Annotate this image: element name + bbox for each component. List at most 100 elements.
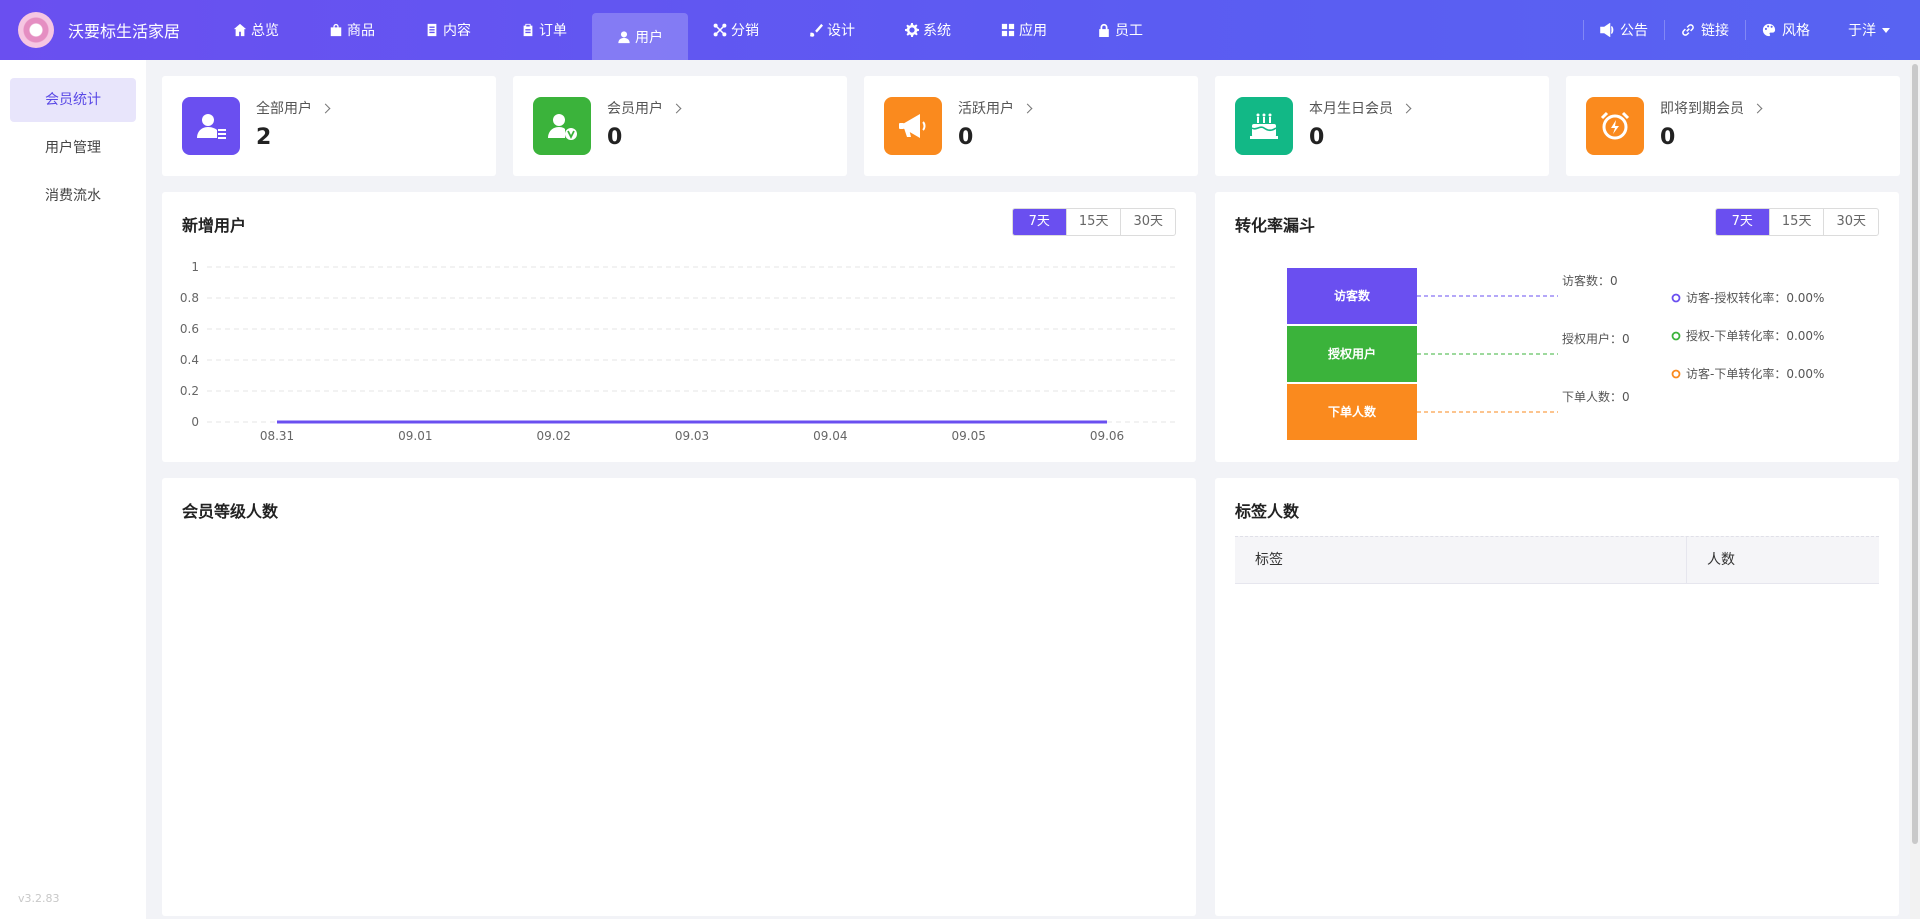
conversion-rate: 授权-下单转化率：0.00%	[1686, 328, 1824, 343]
stat-label: 活跃用户	[958, 98, 1033, 118]
megaphone-icon	[884, 97, 942, 155]
funnel-panel: 转化率漏斗 7天 15天 30天 访客数 访客数：0 授权用户 授权用户：0 下单人数下…	[1215, 192, 1899, 462]
top-navbar: 沃要标生活家居 总览 商品 内容 订单 用户 分销 设计 系统 应用 员工 公告…	[0, 0, 1920, 60]
sidebar-item-member-stats[interactable]: 会员统计	[10, 78, 136, 122]
funnel-stage-info: 下单人数：0	[1562, 389, 1630, 404]
nav-system[interactable]: 系统	[880, 0, 976, 60]
caret-down-icon	[1882, 27, 1890, 33]
stat-label: 本月生日会员	[1309, 98, 1412, 118]
funnel-stage-info: 访客数：0	[1562, 273, 1618, 288]
stat-label: 即将到期会员	[1660, 98, 1763, 118]
vip-user-icon	[533, 97, 591, 155]
nav-design[interactable]: 设计	[784, 0, 880, 60]
user-name: 于洋	[1848, 23, 1876, 39]
stat-value: 0	[1660, 125, 1676, 150]
notice-button[interactable]: 公告	[1583, 20, 1664, 40]
conversion-funnel: 访客数 访客数：0 授权用户 授权用户：0 下单人数 下单人数：0 访客-授权转化率：0.0…	[1287, 268, 1824, 440]
stat-card-expiring-members[interactable]: 即将到期会员 0	[1566, 76, 1900, 176]
x-tick-label: 09.04	[813, 429, 847, 443]
version-label: v3.2.83	[18, 892, 60, 905]
tag-table-header: 标签 人数	[1235, 536, 1879, 584]
y-tick-label: 0.6	[180, 322, 199, 336]
brand-name: 沃要标生活家居	[68, 22, 181, 41]
funnel-stage-label: 访客数	[1334, 288, 1371, 303]
nav-distribution[interactable]: 分销	[688, 0, 784, 60]
grid-icon	[1001, 23, 1015, 37]
speaker-icon	[1600, 23, 1614, 37]
sidebar-item-user-manage[interactable]: 用户管理	[10, 126, 136, 170]
brush-icon	[809, 23, 823, 37]
scrollbar-thumb[interactable]	[1912, 64, 1918, 844]
nav-content[interactable]: 内容	[400, 0, 496, 60]
brand-logo	[18, 12, 54, 48]
y-tick-label: 0	[191, 415, 199, 429]
link-button[interactable]: 链接	[1664, 20, 1745, 40]
stat-value: 0	[607, 125, 623, 150]
nav-staff[interactable]: 员工	[1072, 0, 1168, 60]
stat-label: 会员用户	[607, 98, 682, 118]
x-tick-label: 09.02	[536, 429, 570, 443]
rate-dot-icon	[1671, 369, 1681, 379]
panel-title: 标签人数	[1235, 502, 1300, 521]
funnel-stage-label: 授权用户	[1328, 346, 1376, 361]
lock-icon	[1099, 23, 1109, 37]
y-tick-label: 0.2	[180, 384, 199, 398]
nav-goods[interactable]: 商品	[304, 0, 400, 60]
x-tick-label: 09.03	[675, 429, 709, 443]
cake-icon	[1235, 97, 1293, 155]
stat-value: 0	[1309, 125, 1325, 150]
bag-icon	[330, 23, 342, 37]
sidebar-item-consumption[interactable]: 消费流水	[10, 174, 136, 218]
conversion-rate: 访客-下单转化率：0.00%	[1686, 366, 1824, 381]
y-tick-label: 0.4	[180, 353, 199, 367]
stat-card-active-users[interactable]: 活跃用户 0	[864, 76, 1198, 176]
column-header-tag: 标签	[1235, 537, 1687, 583]
style-button[interactable]: 风格	[1745, 20, 1826, 40]
user-menu[interactable]: 于洋	[1826, 20, 1920, 40]
right-tools: 公告 链接 风格 于洋	[1583, 0, 1920, 60]
stat-label: 全部用户	[256, 98, 331, 118]
y-tick-label: 1	[191, 260, 199, 274]
network-icon	[713, 23, 727, 37]
chevron-right-icon	[1401, 103, 1412, 113]
chevron-right-icon	[320, 103, 331, 113]
chevron-right-icon	[671, 103, 682, 113]
chevron-right-icon	[1752, 103, 1763, 113]
sidebar: 会员统计 用户管理 消费流水 v3.2.83	[0, 60, 146, 919]
conversion-rate: 访客-授权转化率：0.00%	[1686, 290, 1824, 305]
clipboard-icon	[523, 23, 533, 37]
x-tick-label: 09.05	[951, 429, 985, 443]
x-tick-label: 09.01	[398, 429, 432, 443]
stat-value: 2	[256, 125, 272, 150]
nav-orders[interactable]: 订单	[496, 0, 592, 60]
user-icon	[618, 30, 630, 43]
panel-title: 会员等级人数	[182, 502, 279, 521]
x-tick-label: 08.31	[260, 429, 294, 443]
page-scrollbar[interactable]	[1910, 60, 1920, 919]
y-tick-label: 0.8	[180, 291, 199, 305]
nav-users[interactable]: 用户	[592, 13, 688, 60]
new-users-panel: 新增用户 7天 15天 30天 0 0.2 0.4 0.6 0.8 1 08.31 09.01…	[162, 192, 1196, 462]
user-list-icon	[182, 97, 240, 155]
tag-count-panel: 标签人数 标签 人数	[1215, 478, 1899, 916]
document-icon	[427, 23, 437, 37]
alarm-clock-icon	[1586, 97, 1644, 155]
stat-card-member-users[interactable]: 会员用户 0	[513, 76, 847, 176]
brand[interactable]: 沃要标生活家居	[18, 12, 180, 48]
link-icon	[1682, 24, 1694, 36]
funnel-stage-label: 下单人数	[1328, 404, 1377, 419]
rate-dot-icon	[1671, 293, 1681, 303]
nav-overview[interactable]: 总览	[208, 0, 304, 60]
main-nav: 总览 商品 内容 订单 用户 分销 设计 系统 应用 员工	[208, 0, 1168, 60]
funnel-stage-info: 授权用户：0	[1562, 331, 1630, 346]
column-header-count: 人数	[1707, 552, 1735, 568]
stat-card-all-users[interactable]: 全部用户 2	[162, 76, 496, 176]
member-level-panel: 会员等级人数	[162, 478, 1196, 916]
chevron-right-icon	[1022, 103, 1033, 113]
rate-dot-icon	[1671, 331, 1681, 341]
stat-card-birthday-members[interactable]: 本月生日会员 0	[1215, 76, 1549, 176]
palette-icon	[1762, 23, 1776, 37]
stat-value: 0	[958, 125, 974, 150]
gear-icon	[905, 23, 919, 37]
nav-apps[interactable]: 应用	[976, 0, 1072, 60]
